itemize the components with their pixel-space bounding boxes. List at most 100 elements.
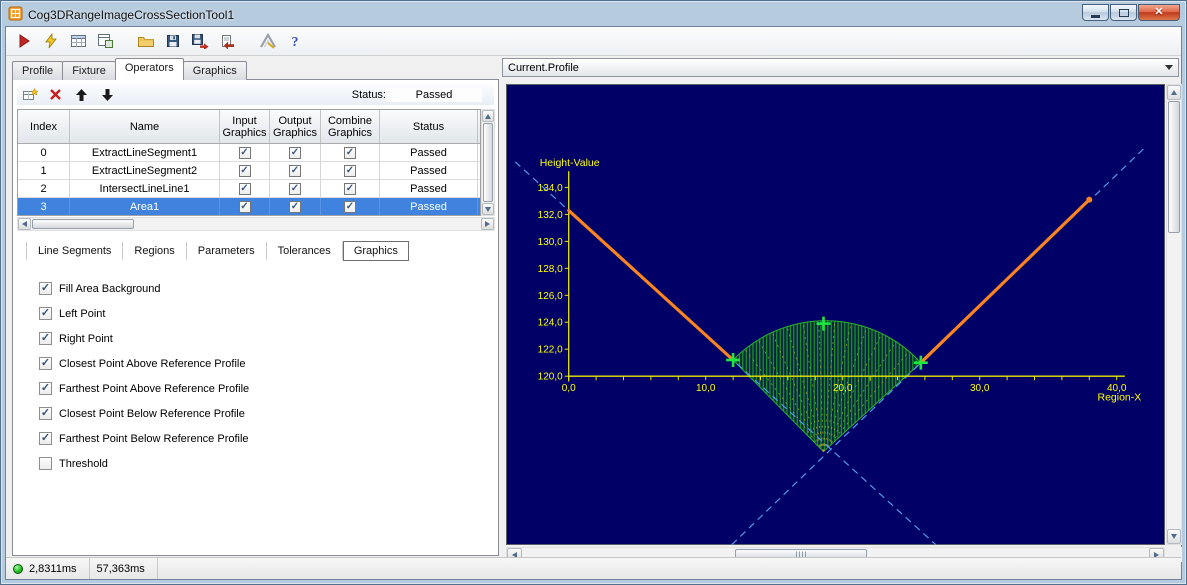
total-time-cell: 57,363ms [90, 558, 158, 579]
graphics-checkbox[interactable]: ✓ [289, 165, 301, 177]
graphics-option-left-point[interactable]: ✓Left Point [15, 301, 496, 326]
profile-selector[interactable]: Current.Profile [502, 58, 1179, 77]
scroll-left-button[interactable] [18, 218, 31, 230]
close-icon: ✕ [1154, 7, 1163, 18]
graphics-option-fill-area-background[interactable]: ✓Fill Area Background [15, 276, 496, 301]
checkbox[interactable]: ✓ [39, 407, 52, 420]
save-file-icon[interactable] [162, 30, 184, 52]
add-operator-icon[interactable] [21, 86, 38, 103]
tab-operators[interactable]: Operators [115, 58, 184, 80]
status-bar: 2,8311ms 57,363ms [6, 557, 1181, 579]
move-down-icon[interactable] [99, 86, 116, 103]
graphics-checkbox[interactable]: ✓ [289, 201, 301, 213]
delete-operator-icon[interactable] [47, 86, 64, 103]
cell-name: Area1 [70, 198, 220, 215]
scroll-up-button[interactable] [482, 110, 494, 122]
operator-row-ExtractLineSegment1[interactable]: 0ExtractLineSegment1✓✓✓Passed [18, 144, 480, 162]
electric-run-icon[interactable] [40, 30, 62, 52]
scroll-thumb[interactable] [1168, 101, 1180, 233]
checkbox[interactable] [39, 457, 52, 470]
result-grid-icon[interactable] [67, 30, 89, 52]
grid-horizontal-scrollbar[interactable] [17, 217, 495, 231]
chart-vertical-scrollbar[interactable] [1166, 84, 1182, 545]
close-button[interactable]: ✕ [1138, 4, 1180, 21]
tab-fixture[interactable]: Fixture [62, 61, 116, 80]
tab-graphics[interactable]: Graphics [183, 61, 247, 80]
minimize-button[interactable] [1082, 4, 1109, 21]
subtab-parameters[interactable]: Parameters [187, 242, 267, 260]
run-icon[interactable] [13, 30, 35, 52]
graphics-option-threshold[interactable]: Threshold [15, 451, 496, 476]
cell-index: 3 [18, 198, 70, 215]
dropdown-arrow-icon [1165, 65, 1173, 70]
operator-row-IntersectLineLine1[interactable]: 2IntersectLineLine1✓✓✓Passed [18, 180, 480, 198]
graphics-checkbox[interactable]: ✓ [344, 201, 356, 213]
subtab-tolerances[interactable]: Tolerances [267, 242, 343, 260]
cell-status: Passed [380, 162, 478, 179]
column-header-output-graphics[interactable]: Output Graphics [270, 110, 321, 143]
graphics-checkbox[interactable]: ✓ [344, 165, 356, 177]
graphics-checkbox[interactable]: ✓ [289, 147, 301, 159]
grid-vertical-scrollbar[interactable] [481, 109, 495, 216]
maximize-button[interactable] [1110, 4, 1137, 21]
column-header-combine-graphics[interactable]: Combine Graphics [321, 110, 380, 143]
graphics-options-panel: ✓Fill Area Background✓Left Point✓Right P… [15, 266, 496, 553]
scroll-up-button[interactable] [1167, 85, 1181, 100]
status-led-icon [13, 564, 23, 574]
checkbox[interactable]: ✓ [39, 307, 52, 320]
graphics-option-closest-point-below-reference-profile[interactable]: ✓Closest Point Below Reference Profile [15, 401, 496, 426]
operator-status: Status: Passed [352, 88, 482, 102]
toolbar-separator [121, 30, 130, 52]
column-header-name[interactable]: Name [70, 110, 220, 143]
help-icon[interactable]: ? [284, 30, 306, 52]
graphics-option-farthest-point-below-reference-profile[interactable]: ✓Farthest Point Below Reference Profile [15, 426, 496, 451]
open-file-icon[interactable] [135, 30, 157, 52]
cell-name: IntersectLineLine1 [70, 180, 220, 197]
graphics-checkbox[interactable]: ✓ [344, 147, 356, 159]
operators-toolbar: Status: Passed [17, 84, 494, 105]
cell-output-graphics: ✓ [270, 180, 321, 197]
svg-text:122,0: 122,0 [538, 345, 563, 356]
graphics-checkbox[interactable]: ✓ [239, 165, 251, 177]
graphics-checkbox[interactable]: ✓ [239, 201, 251, 213]
tab-profile[interactable]: Profile [12, 61, 63, 80]
column-header-input-graphics[interactable]: Input Graphics [220, 110, 270, 143]
graphics-checkbox[interactable]: ✓ [289, 183, 301, 195]
graphics-checkbox[interactable]: ✓ [239, 147, 251, 159]
operator-row-Area1[interactable]: 3Area1✓✓✓Passed [18, 198, 480, 216]
column-header-status[interactable]: Status [380, 110, 478, 143]
move-up-icon[interactable] [73, 86, 90, 103]
export-file-icon[interactable] [189, 30, 211, 52]
checkbox[interactable]: ✓ [39, 432, 52, 445]
checkbox[interactable]: ✓ [39, 332, 52, 345]
scroll-thumb[interactable] [483, 123, 493, 202]
app-window: Cog3DRangeImageCrossSectionTool1 ✕ ? Pro… [0, 0, 1187, 585]
operator-row-ExtractLineSegment2[interactable]: 1ExtractLineSegment2✓✓✓Passed [18, 162, 480, 180]
graphics-checkbox[interactable]: ✓ [344, 183, 356, 195]
scroll-right-button[interactable] [481, 218, 494, 230]
sub-tab-strip: Line Segments Regions Parameters Toleran… [17, 240, 494, 262]
graphics-option-right-point[interactable]: ✓Right Point [15, 326, 496, 351]
profile-chart[interactable]: 0,010,020,030,040,0134,0132,0130,0128,01… [506, 84, 1165, 545]
subtab-graphics[interactable]: Graphics [343, 241, 409, 261]
graphics-option-closest-point-above-reference-profile[interactable]: ✓Closest Point Above Reference Profile [15, 351, 496, 376]
main-tab-strip: Profile Fixture Operators Graphics [12, 58, 246, 80]
import-file-icon[interactable] [216, 30, 238, 52]
record-display-icon[interactable] [94, 30, 116, 52]
svg-text:134,0: 134,0 [538, 183, 563, 194]
subtab-line-segments[interactable]: Line Segments [26, 242, 123, 260]
scroll-thumb[interactable] [32, 219, 134, 229]
checkbox[interactable]: ✓ [39, 282, 52, 295]
measure-tool-icon[interactable] [257, 30, 279, 52]
scroll-down-button[interactable] [482, 203, 494, 215]
subtab-regions[interactable]: Regions [123, 242, 186, 260]
app-icon [8, 6, 23, 24]
checkbox[interactable]: ✓ [39, 357, 52, 370]
graphics-option-farthest-point-above-reference-profile[interactable]: ✓Farthest Point Above Reference Profile [15, 376, 496, 401]
column-header-index[interactable]: Index [18, 110, 70, 143]
scroll-down-button[interactable] [1167, 529, 1181, 544]
cell-output-graphics: ✓ [270, 144, 321, 161]
checkbox[interactable]: ✓ [39, 382, 52, 395]
x-axis-title: Region-X [1098, 391, 1142, 403]
graphics-checkbox[interactable]: ✓ [239, 183, 251, 195]
